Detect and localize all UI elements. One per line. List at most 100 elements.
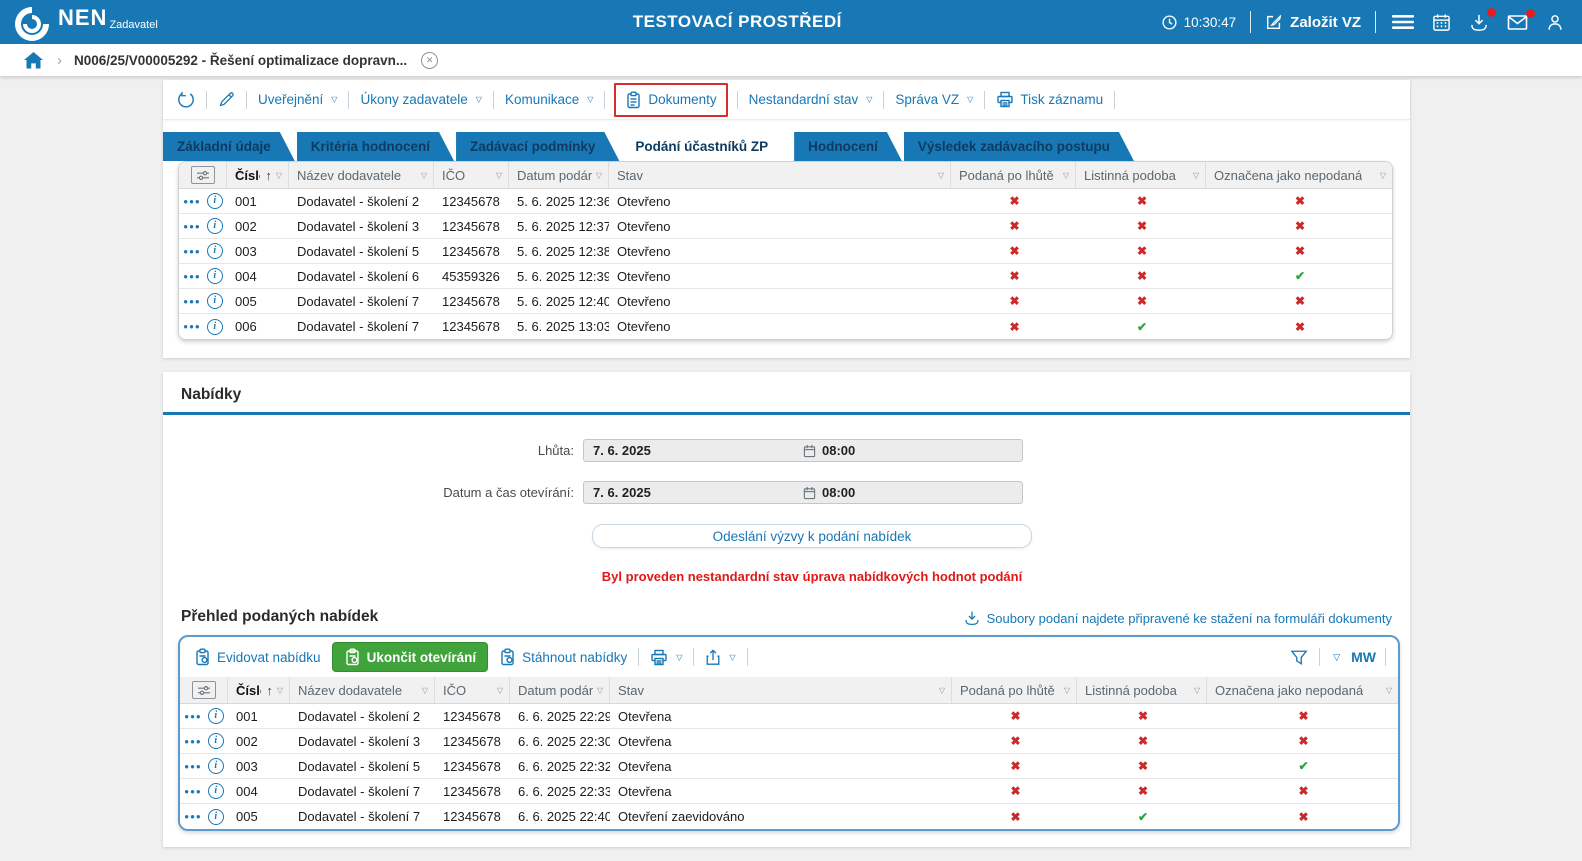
ukoncit-otevirani-button[interactable]: Ukončit otevírání [332, 642, 489, 672]
column-filter-icon[interactable]: ▽ [273, 686, 283, 695]
column-header-datum[interactable]: Datum podání▽ [509, 162, 609, 188]
tab-krit-ria-hodnocen-[interactable]: Kritéria hodnocení [297, 132, 454, 161]
column-filter-icon[interactable]: ▽ [593, 686, 603, 695]
column-filter-icon[interactable]: ▽ [1190, 686, 1200, 695]
opening-input[interactable]: 7. 6. 2025 08:00 [583, 481, 1023, 504]
calendar-button[interactable] [1430, 11, 1453, 34]
row-menu-button[interactable]: ●●● [183, 197, 201, 206]
column-filter-icon[interactable]: ▽ [1059, 171, 1069, 180]
calendar-small-icon[interactable] [803, 486, 816, 500]
column-filter-icon[interactable]: ▽ [1382, 686, 1392, 695]
column-filter-icon[interactable]: ▽ [492, 171, 502, 180]
send-invitation-button[interactable]: Odeslání výzvy k podání nabídek [592, 524, 1032, 548]
downloads-button[interactable] [1467, 11, 1491, 34]
row-info-button[interactable]: i [208, 783, 224, 799]
column-header-cislo[interactable]: Číslo↑▽ [228, 677, 290, 703]
toolbar-item-dokumenty[interactable]: Dokumenty [614, 83, 727, 117]
filter-button[interactable] [1288, 647, 1310, 668]
column-settings-button[interactable] [191, 166, 215, 184]
opening-time-value[interactable]: 08:00 [822, 485, 855, 500]
toolbar-item-tisk-z-znamu[interactable]: Tisk záznamu [994, 87, 1105, 112]
stahnout-nabidky-button[interactable]: Stáhnout nabídky [497, 644, 629, 670]
export-table-button[interactable]: ▽ [703, 645, 737, 670]
profile-button[interactable] [1544, 11, 1566, 34]
row-menu-button[interactable]: ●●● [184, 712, 202, 721]
column-settings-button[interactable] [192, 681, 216, 699]
column-filter-icon[interactable]: ▽ [592, 171, 602, 180]
toolbar-item-komunikace[interactable]: Komunikace ▽ [503, 88, 595, 111]
column-header-nazev[interactable]: Název dodavatele▽ [289, 162, 434, 188]
row-info-button[interactable]: i [208, 758, 224, 774]
column-filter-icon[interactable]: ▽ [1189, 171, 1199, 180]
messages-button[interactable] [1505, 12, 1530, 33]
toolbar-item--kony-zadavatele[interactable]: Úkony zadavatele ▽ [358, 88, 483, 111]
row-menu-button[interactable]: ●●● [184, 812, 202, 821]
tab-z-kladn-daje[interactable]: Základní údaje [163, 132, 295, 161]
column-header-m1[interactable]: Podaná po lhůtě▽ [952, 677, 1077, 703]
row-info-button[interactable]: i [208, 809, 224, 825]
user-initials-badge[interactable]: MW [1351, 649, 1376, 665]
row-menu-button[interactable]: ●●● [184, 737, 202, 746]
column-filter-icon[interactable]: ▽ [935, 686, 945, 695]
close-record-button[interactable]: ✕ [421, 52, 438, 69]
row-info-button[interactable]: i [207, 193, 223, 209]
tab-v-sledek-zad-vac-ho-postupu[interactable]: Výsledek zadávacího postupu [904, 132, 1134, 161]
column-header-m1[interactable]: Podaná po lhůtě▽ [951, 162, 1076, 188]
row-menu-button[interactable]: ●●● [183, 272, 201, 281]
toolbar-item-spr-va-vz[interactable]: Správa VZ ▽ [893, 88, 975, 111]
deadline-time-value[interactable]: 08:00 [822, 443, 855, 458]
column-header-m3[interactable]: Označena jako nepodaná▽ [1207, 677, 1398, 703]
row-menu-button[interactable]: ●●● [184, 787, 202, 796]
column-header-stav[interactable]: Stav▽ [609, 162, 951, 188]
column-header-ico[interactable]: IČO▽ [434, 162, 509, 188]
column-filter-icon[interactable]: ▽ [417, 171, 427, 180]
view-dropdown-button[interactable]: ▽ [1331, 650, 1342, 665]
row-menu-button[interactable]: ●●● [183, 297, 201, 306]
row-menu-button[interactable]: ●●● [183, 247, 201, 256]
column-filter-icon[interactable]: ▽ [1060, 686, 1070, 695]
toolbar-item-nestandardn-stav[interactable]: Nestandardní stav ▽ [747, 88, 875, 111]
column-header-nazev[interactable]: Název dodavatele▽ [290, 677, 435, 703]
tab-hodnocen-[interactable]: Hodnocení [794, 132, 902, 161]
create-vz-button[interactable]: Založit VZ [1265, 13, 1361, 31]
column-header-stav[interactable]: Stav▽ [610, 677, 952, 703]
column-filter-icon[interactable]: ▽ [493, 686, 503, 695]
column-filter-icon[interactable]: ▽ [1376, 171, 1386, 180]
row-menu-button[interactable]: ●●● [183, 322, 201, 331]
column-header-ico[interactable]: IČO▽ [435, 677, 510, 703]
deadline-date-value[interactable]: 7. 6. 2025 [593, 443, 803, 458]
row-menu-button[interactable]: ●●● [184, 762, 202, 771]
column-header-cislo[interactable]: Číslo↑▽ [227, 162, 289, 188]
breadcrumb-record-title[interactable]: N006/25/V00005292 - Řešení optimalizace … [74, 53, 407, 68]
history-button[interactable] [175, 89, 197, 111]
calendar-small-icon[interactable] [803, 444, 816, 458]
row-info-button[interactable]: i [207, 218, 223, 234]
column-filter-icon[interactable]: ▽ [418, 686, 428, 695]
column-filter-icon[interactable]: ▽ [934, 171, 944, 180]
toolbar-item-uve-ejn-n-[interactable]: Uveřejnění ▽ [256, 88, 339, 111]
deadline-input[interactable]: 7. 6. 2025 08:00 [583, 439, 1023, 462]
row-info-button[interactable]: i [207, 243, 223, 259]
nen-logo[interactable]: NEN Zadavatel [14, 3, 314, 42]
submission-files-link[interactable]: Soubory podaní najdete připravené ke sta… [964, 610, 1392, 626]
row-info-button[interactable]: i [207, 293, 223, 309]
print-table-button[interactable]: ▽ [648, 645, 684, 670]
column-header-m2[interactable]: Listinná podoba▽ [1076, 162, 1206, 188]
menu-button[interactable] [1390, 12, 1416, 32]
cell-stav: Otevřena [610, 729, 952, 753]
row-info-button[interactable]: i [207, 319, 223, 335]
tab-pod-n-astn-k-zp[interactable]: Podání účastníků ZP [621, 132, 792, 161]
column-header-datum[interactable]: Datum podání▽ [510, 677, 610, 703]
column-header-m2[interactable]: Listinná podoba▽ [1077, 677, 1207, 703]
column-header-m3[interactable]: Označena jako nepodaná▽ [1206, 162, 1392, 188]
column-filter-icon[interactable]: ▽ [272, 171, 282, 180]
row-info-button[interactable]: i [207, 268, 223, 284]
row-menu-button[interactable]: ●●● [183, 222, 201, 231]
evidovat-nabidku-button[interactable]: Evidovat nabídku [192, 644, 323, 670]
tab-zad-vac-podm-nky[interactable]: Zadávací podmínky [456, 132, 619, 161]
row-info-button[interactable]: i [208, 708, 224, 724]
home-button[interactable] [22, 50, 45, 71]
opening-date-value[interactable]: 7. 6. 2025 [593, 485, 803, 500]
row-info-button[interactable]: i [208, 733, 224, 749]
edit-button[interactable] [216, 89, 237, 110]
